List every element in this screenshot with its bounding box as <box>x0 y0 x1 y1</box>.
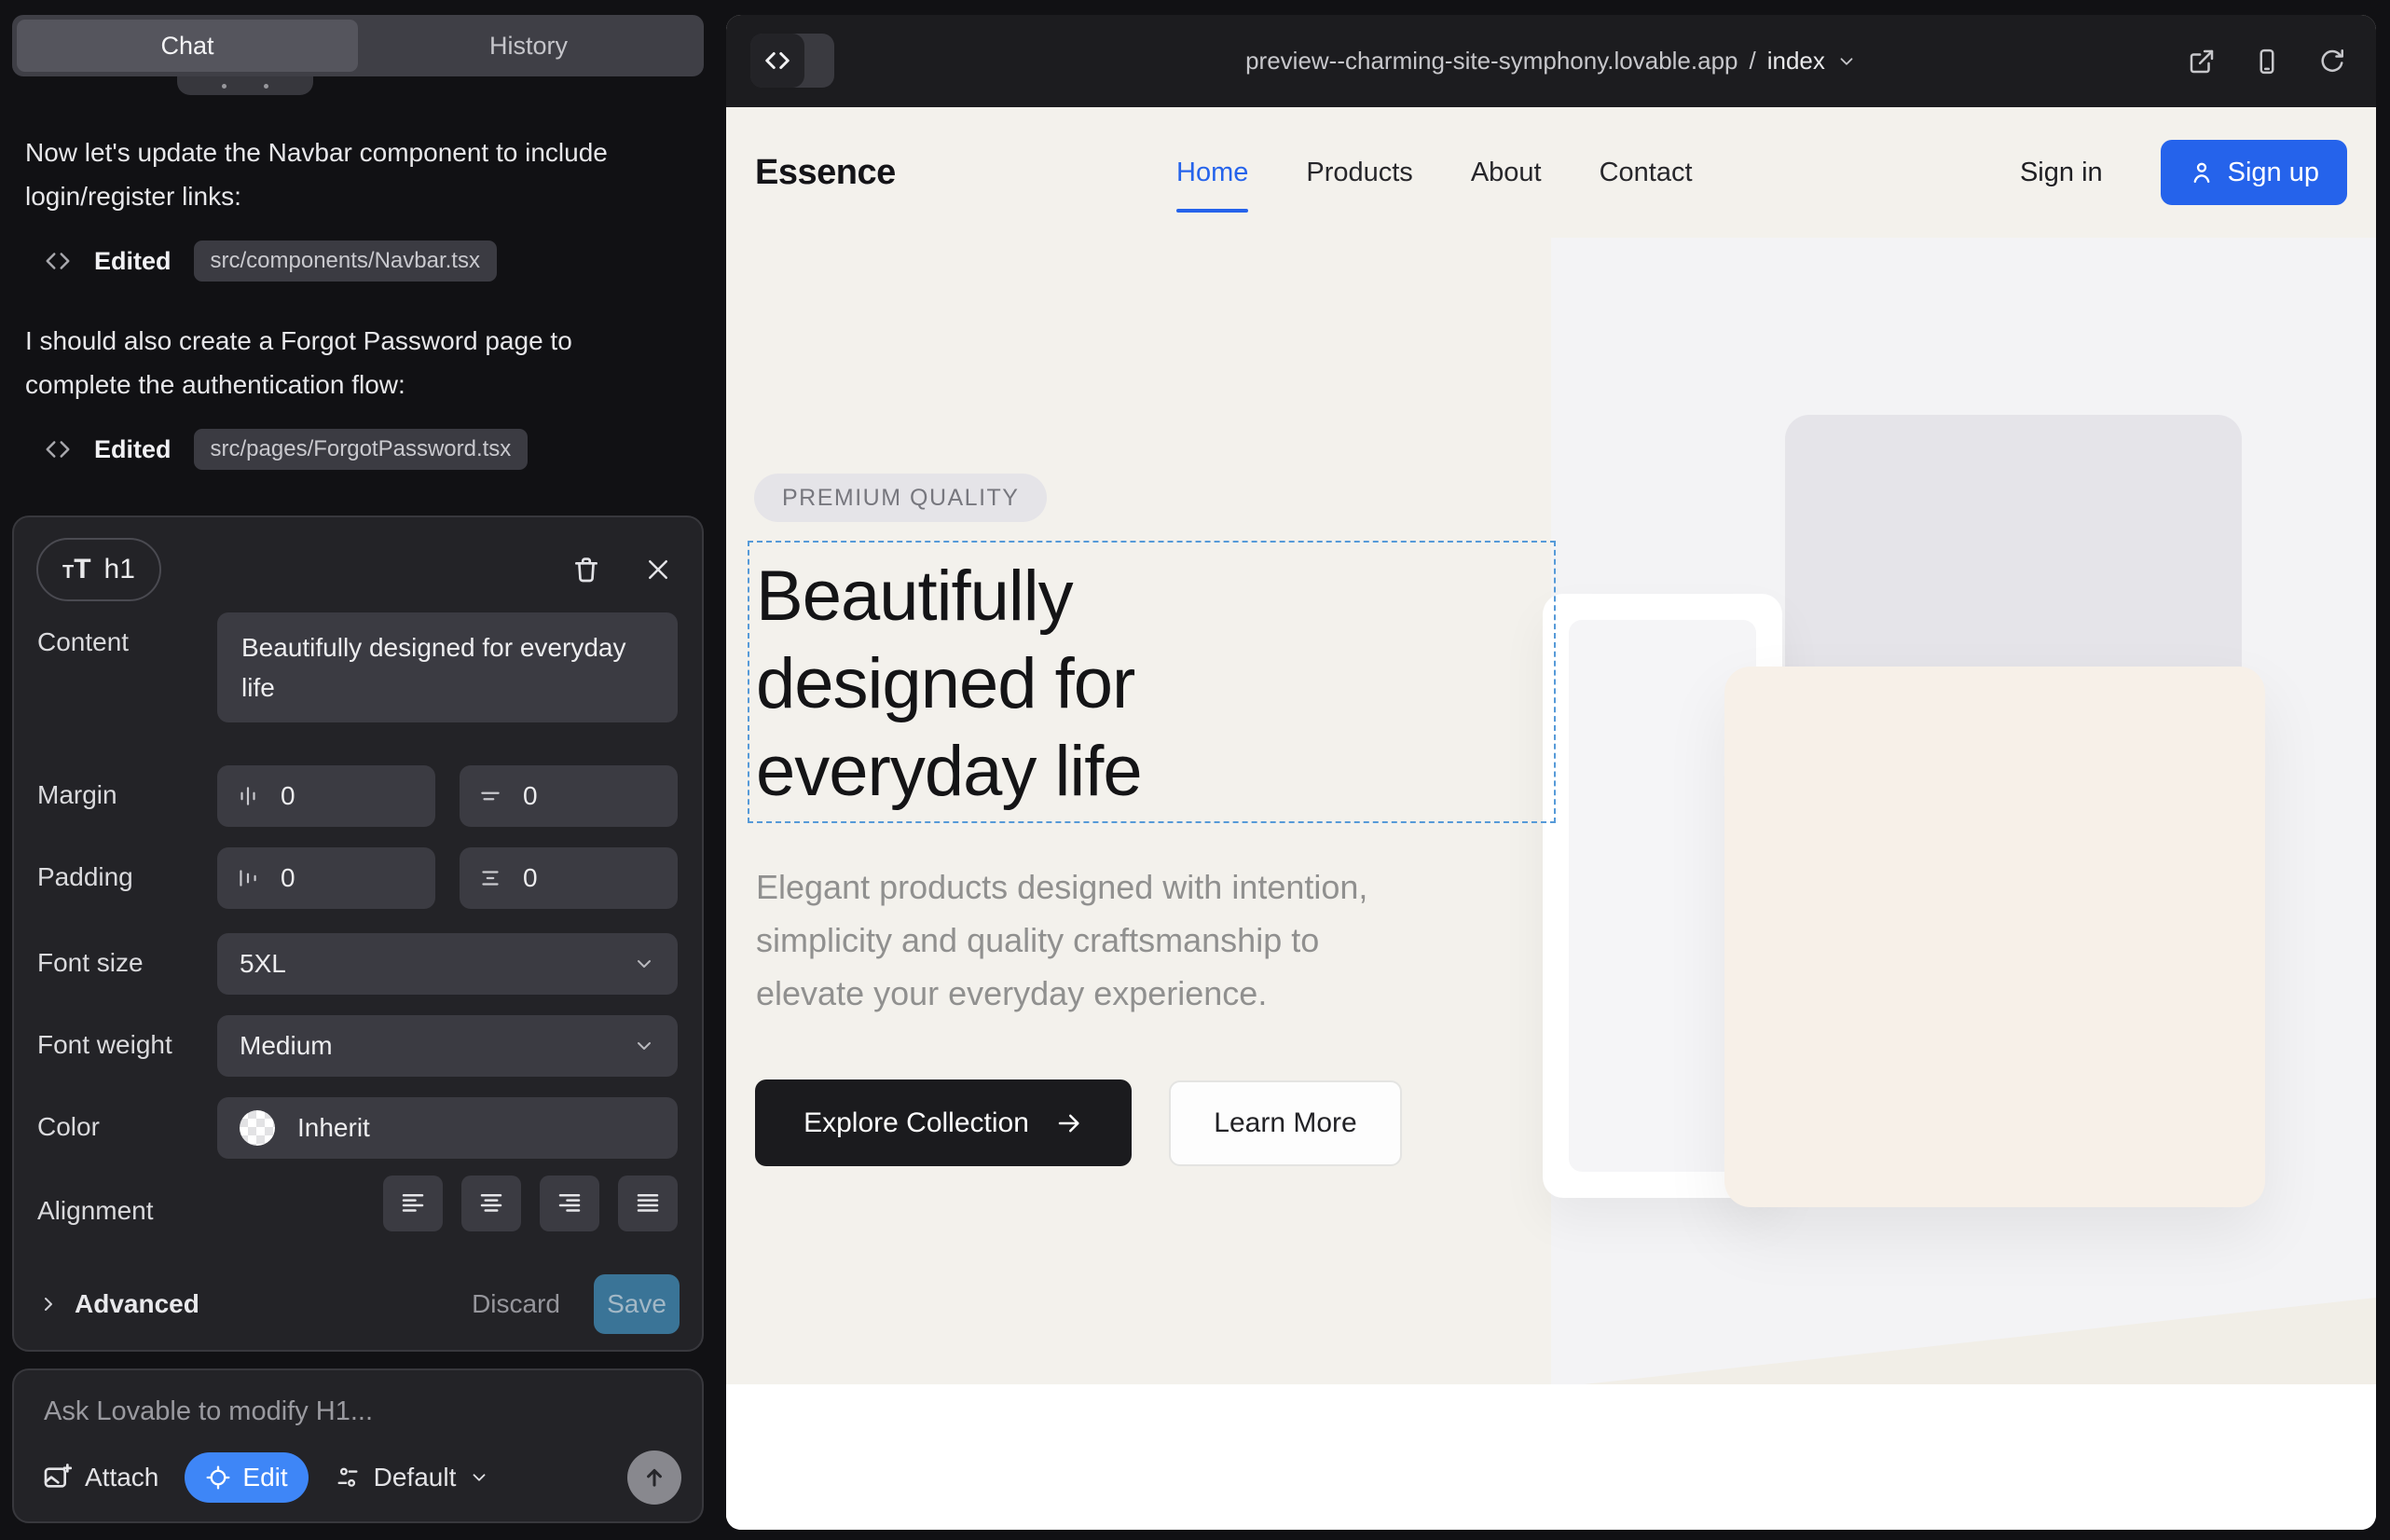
align-justify-button[interactable] <box>618 1176 678 1231</box>
site-navbar: Essence Home Products About Contact Sign… <box>726 107 2376 238</box>
margin-y-input[interactable]: 0 <box>460 765 678 827</box>
attach-image-icon <box>42 1463 72 1492</box>
align-center-icon <box>477 1189 505 1217</box>
url-bar: preview--charming-site-symphony.lovable.… <box>726 15 2376 107</box>
code-icon <box>763 47 791 75</box>
discard-button[interactable]: Discard <box>472 1289 560 1319</box>
nav-link-home[interactable]: Home <box>1176 158 1248 188</box>
nav-link-contact[interactable]: Contact <box>1600 158 1693 188</box>
code-icon <box>44 247 72 275</box>
arrow-up-icon <box>641 1464 667 1491</box>
nav-link-about[interactable]: About <box>1471 158 1542 188</box>
explore-collection-button[interactable]: Explore Collection <box>755 1079 1132 1166</box>
tab-chat[interactable]: Chat <box>17 20 358 72</box>
chat-history-tabbar: Chat History <box>12 15 704 76</box>
margin-vertical-icon <box>478 784 502 808</box>
code-icon <box>44 435 72 463</box>
learn-more-button[interactable]: Learn More <box>1169 1080 1402 1166</box>
font-size-label: Font size <box>37 948 144 978</box>
site-nav: Home Products About Contact <box>1176 158 1693 188</box>
padding-x-input[interactable]: 0 <box>217 847 435 909</box>
preview-header: preview--charming-site-symphony.lovable.… <box>726 15 2376 107</box>
composer: Attach Edit Default <box>12 1368 704 1523</box>
sign-in-link[interactable]: Sign in <box>2020 158 2103 188</box>
chevron-down-icon[interactable] <box>1836 51 1857 72</box>
open-external-icon[interactable] <box>2188 48 2216 76</box>
site-content: Essence Home Products About Contact Sign… <box>726 107 2376 1530</box>
margin-horizontal-icon <box>236 784 260 808</box>
content-label: Content <box>37 627 129 657</box>
alignment-label: Alignment <box>37 1196 154 1226</box>
align-left-button[interactable] <box>383 1176 443 1231</box>
element-tag-label: h1 <box>104 554 135 585</box>
padding-label: Padding <box>37 862 133 892</box>
user-icon <box>2189 159 2215 186</box>
site-logo[interactable]: Essence <box>755 153 896 193</box>
chevron-right-icon <box>37 1293 60 1315</box>
chevron-down-icon <box>469 1467 489 1488</box>
align-left-icon <box>399 1189 427 1217</box>
composer-input[interactable] <box>42 1395 676 1443</box>
scrolled-badge-partial <box>177 76 313 95</box>
color-label: Color <box>37 1112 100 1142</box>
alignment-group <box>217 1176 678 1231</box>
edit-target-icon <box>205 1464 231 1491</box>
app-root: Chat History Now let's update the Navbar… <box>0 0 2390 1540</box>
edited-label: Edited <box>94 435 172 464</box>
attach-button[interactable]: Attach <box>42 1463 158 1492</box>
edited-file-badge[interactable]: src/components/Navbar.tsx <box>194 241 497 282</box>
align-right-icon <box>556 1189 584 1217</box>
align-center-button[interactable] <box>461 1176 521 1231</box>
chevron-down-icon <box>633 953 655 975</box>
font-weight-select[interactable]: Medium <box>217 1015 678 1077</box>
content-input[interactable]: Beautifully designed for everyday life <box>217 612 678 722</box>
code-view-toggle[interactable] <box>750 34 834 88</box>
url-separator: / <box>1750 47 1756 76</box>
advanced-toggle[interactable]: Advanced <box>37 1289 199 1319</box>
edited-file-badge[interactable]: src/pages/ForgotPassword.tsx <box>194 429 529 470</box>
nav-link-products[interactable]: Products <box>1306 158 1412 188</box>
selected-element-pill[interactable]: TT h1 <box>36 538 161 601</box>
send-button[interactable] <box>627 1451 681 1505</box>
margin-label: Margin <box>37 780 117 810</box>
padding-y-input[interactable]: 0 <box>460 847 678 909</box>
hero-paragraph: Elegant products designed with intention… <box>756 860 1367 1020</box>
trash-icon[interactable] <box>571 555 601 584</box>
sign-up-button[interactable]: Sign up <box>2161 140 2347 205</box>
url-host: preview--charming-site-symphony.lovable.… <box>1245 47 1738 76</box>
assistant-message: I should also create a Forgot Password p… <box>25 319 683 406</box>
font-size-select[interactable]: 5XL <box>217 933 678 995</box>
sliders-icon <box>335 1464 361 1491</box>
url-path: index <box>1767 47 1825 76</box>
mobile-device-icon[interactable] <box>2253 48 2281 76</box>
edited-label: Edited <box>94 247 172 276</box>
arrow-right-icon <box>1055 1109 1083 1137</box>
align-right-button[interactable] <box>540 1176 599 1231</box>
element-editor-panel: TT h1 Content Beautifully designed for e… <box>12 516 704 1352</box>
preview-window: preview--charming-site-symphony.lovable.… <box>726 15 2376 1530</box>
font-weight-label: Font weight <box>37 1030 172 1060</box>
decor-cream-rect <box>1724 667 2265 1207</box>
close-icon[interactable] <box>644 556 672 584</box>
diagonal-wedge <box>1551 1298 2376 1384</box>
typography-icon: TT <box>62 554 91 585</box>
refresh-icon[interactable] <box>2318 48 2346 76</box>
margin-x-input[interactable]: 0 <box>217 765 435 827</box>
padding-horizontal-icon <box>236 866 260 890</box>
premium-quality-badge: PREMIUM QUALITY <box>754 474 1047 522</box>
color-swatch <box>240 1110 275 1146</box>
assistant-message: Now let's update the Navbar component to… <box>25 131 683 218</box>
color-select[interactable]: Inherit <box>217 1097 678 1159</box>
edited-file-row: Edited src/components/Navbar.tsx <box>44 241 497 282</box>
padding-vertical-icon <box>478 866 502 890</box>
tab-history[interactable]: History <box>358 20 699 72</box>
chevron-down-icon <box>633 1035 655 1057</box>
save-button[interactable]: Save <box>594 1274 680 1334</box>
section-divider-strip <box>726 1384 2376 1530</box>
selection-outline <box>748 541 1556 823</box>
align-justify-icon <box>634 1189 662 1217</box>
edit-mode-button[interactable]: Edit <box>185 1452 308 1503</box>
edited-file-row: Edited src/pages/ForgotPassword.tsx <box>44 429 528 470</box>
mode-select[interactable]: Default <box>335 1463 490 1492</box>
